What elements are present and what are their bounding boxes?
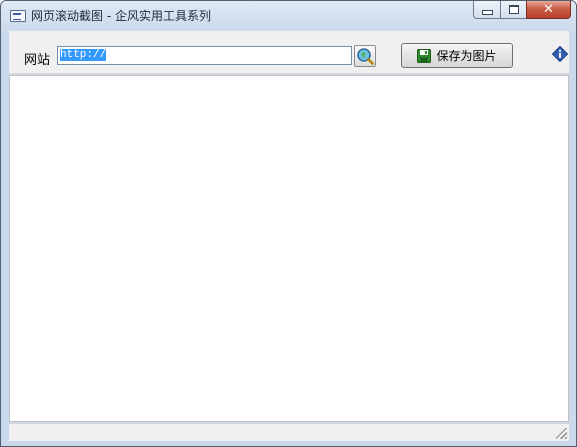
save-button-label: 保存为图片 — [436, 49, 497, 63]
go-button[interactable] — [354, 45, 376, 67]
minimize-icon — [481, 10, 493, 15]
search-go-icon — [357, 48, 374, 65]
info-icon[interactable] — [552, 46, 568, 62]
webpage-preview-area[interactable] — [9, 75, 569, 422]
toolbar: 网站 http:// 保存为图片 — [9, 31, 569, 74]
status-bar — [9, 423, 569, 441]
save-as-image-button[interactable]: 保存为图片 — [401, 43, 513, 68]
title-bar[interactable]: 网页滚动截图 - 企风实用工具系列 ✕ — [1, 1, 576, 30]
window-controls: ✕ — [473, 1, 571, 20]
minimize-button[interactable] — [473, 1, 500, 19]
url-input-value: http:// — [60, 49, 107, 61]
app-window-icon[interactable] — [10, 10, 26, 22]
resize-grip-icon[interactable] — [556, 428, 567, 439]
window-title: 网页滚动截图 - 企风实用工具系列 — [31, 9, 211, 23]
floppy-disk-icon — [417, 48, 432, 63]
close-button[interactable]: ✕ — [526, 1, 571, 19]
maximize-icon — [508, 5, 519, 14]
close-icon: ✕ — [543, 2, 554, 17]
url-input[interactable]: http:// — [57, 46, 352, 65]
url-label: 网站 — [24, 53, 51, 68]
maximize-button[interactable] — [500, 1, 526, 19]
app-window: 网页滚动截图 - 企风实用工具系列 ✕ 网站 http:// 保存为图片 — [0, 0, 577, 447]
